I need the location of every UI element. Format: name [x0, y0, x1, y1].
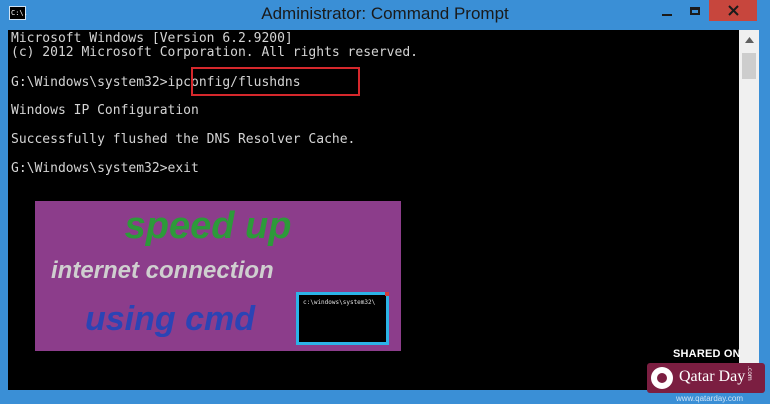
- close-button[interactable]: [709, 0, 757, 21]
- console-line: G:\Windows\system32>exit: [11, 161, 199, 176]
- title-bar[interactable]: C:\. Administrator: Command Prompt: [0, 0, 770, 30]
- qatarday-logo: Qatar Day .com: [647, 363, 765, 393]
- vertical-scrollbar[interactable]: [739, 30, 759, 390]
- maximize-icon: [690, 6, 700, 15]
- console-line: Windows IP Configuration: [11, 103, 199, 118]
- shared-on-label: SHARED ON: [673, 348, 741, 360]
- close-icon: [727, 5, 739, 16]
- promo-line-using-cmd: using cmd: [85, 300, 256, 338]
- brand-name: Qatar Day: [679, 368, 746, 385]
- promo-overlay-image: speed up internet connection using cmd c…: [35, 201, 401, 351]
- console-line: (c) 2012 Microsoft Corporation. All righ…: [11, 45, 418, 60]
- highlighted-command-box: [191, 67, 360, 96]
- minimize-button[interactable]: [653, 0, 681, 21]
- minimize-icon: [662, 13, 672, 16]
- mini-console-close-dot: [385, 292, 389, 296]
- scroll-up-button[interactable]: [739, 30, 759, 50]
- mini-console-text: c:\windows\system32\: [303, 299, 376, 306]
- arrow-up-icon: [744, 37, 754, 43]
- console-line: Successfully flushed the DNS Resolver Ca…: [11, 132, 356, 147]
- promo-line-speed-up: speed up: [124, 205, 292, 247]
- scrollbar-thumb[interactable]: [742, 53, 756, 79]
- brand-url: www.qatarday.com: [676, 394, 743, 403]
- maximize-button[interactable]: [681, 0, 709, 21]
- globe-icon: [651, 367, 673, 389]
- mini-console-thumbnail: c:\windows\system32\: [296, 292, 389, 345]
- brand-suffix: .com: [746, 366, 753, 381]
- promo-line-internet-connection: internet connection: [51, 257, 274, 284]
